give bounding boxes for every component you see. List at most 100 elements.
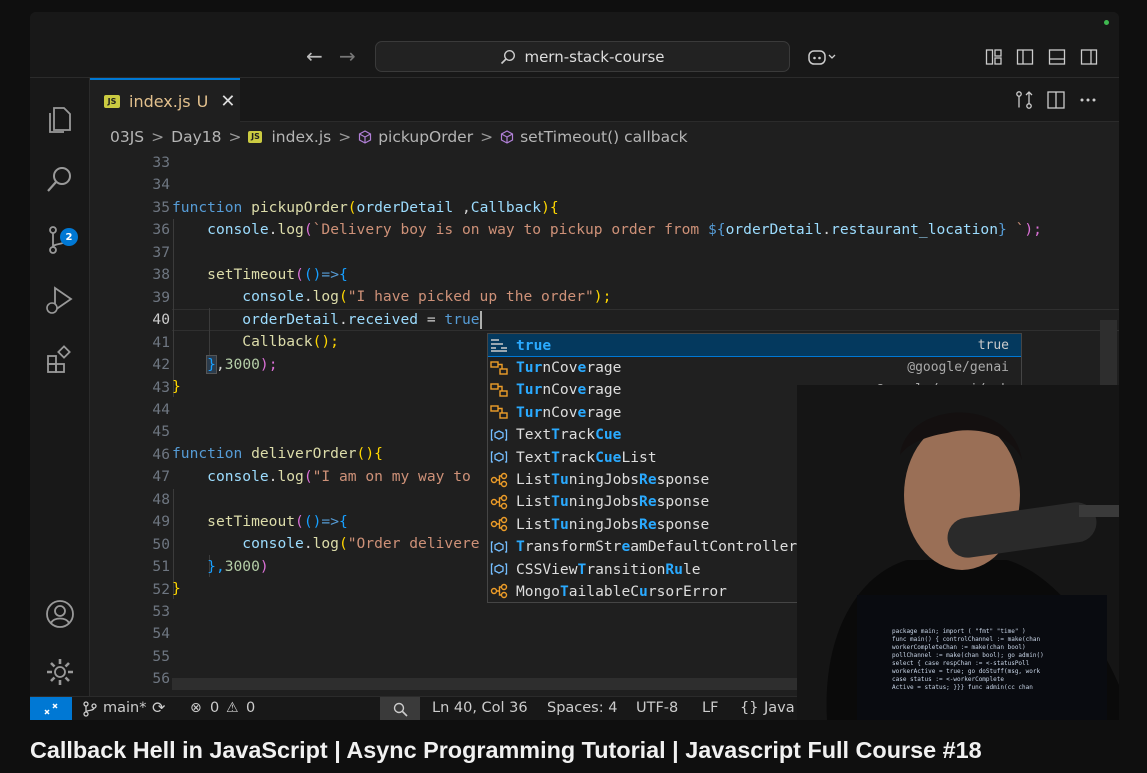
line-number: 47 xyxy=(152,468,170,486)
end-of-line[interactable]: LF xyxy=(702,700,718,716)
source-control-badge: 2 xyxy=(60,228,78,246)
search-icon xyxy=(501,49,516,64)
suggestion-label: TurnCoverage xyxy=(516,359,622,377)
accounts-icon[interactable] xyxy=(44,598,76,630)
back-arrow-icon[interactable]: ← xyxy=(306,46,323,66)
suggestion-label: MongoTailableCursorError xyxy=(516,582,727,600)
line-number: 36 xyxy=(152,221,170,239)
chevron-right-icon: > xyxy=(338,128,352,146)
remote-indicator[interactable] xyxy=(30,697,72,720)
line-number: 45 xyxy=(152,423,170,441)
suggestion-item[interactable]: true true xyxy=(488,334,1021,358)
line-number: 37 xyxy=(152,243,170,261)
breadcrumb-file[interactable]: index.js xyxy=(271,128,331,146)
suggestion-label: ListTuningJobsResponse xyxy=(516,471,710,489)
breadcrumb-symbol-callback[interactable]: setTimeout() callback xyxy=(520,128,688,146)
suggestion-label: ListTuningJobsResponse xyxy=(516,493,710,511)
code-line-49: setTimeout(()=>{ xyxy=(207,513,348,530)
code-line-39: console.log("I have picked up the order"… xyxy=(242,288,612,305)
git-branch[interactable]: main* xyxy=(103,700,146,716)
breadcrumb: 03JS > Day18 > JS index.js > pickupOrder… xyxy=(90,124,1119,150)
command-center-search[interactable]: mern-stack-course xyxy=(375,41,790,72)
zoom-button[interactable] xyxy=(380,697,420,720)
suggestion-detail: @google/genai xyxy=(907,360,1009,376)
horizontal-scrollbar[interactable] xyxy=(172,678,812,690)
code-line-46: function deliverOrder(){ xyxy=(172,445,383,462)
line-number: 41 xyxy=(152,333,170,351)
svg-text:select { case respChan := <-st: select { case respChan := <-statusPoll xyxy=(892,660,1030,667)
warning-icon: ⚠ xyxy=(226,700,239,716)
svg-text:workerActive = true; go doStuf: workerActive = true; go doStuff(msg, wor… xyxy=(892,668,1040,675)
line-number: 33 xyxy=(152,154,170,171)
line-number: 52 xyxy=(152,580,170,598)
method-cube-icon xyxy=(500,130,514,144)
code-line-43: } xyxy=(172,378,181,395)
error-count[interactable]: 0 xyxy=(210,700,219,716)
sync-icon[interactable]: ⟳ xyxy=(152,698,165,717)
activity-bar: 2 xyxy=(30,78,90,696)
method-cube-icon xyxy=(359,130,372,144)
presenter-video-image: package main; import ( "fmt" "time" ) fu… xyxy=(797,385,1119,720)
search-sidebar-icon[interactable] xyxy=(44,164,76,196)
interface-symbol-icon xyxy=(490,516,508,532)
title-bar: ← → mern-stack-course xyxy=(30,12,1119,78)
line-number: 56 xyxy=(152,670,170,688)
line-number: 53 xyxy=(152,603,170,620)
explorer-icon[interactable] xyxy=(44,104,76,136)
line-number: 54 xyxy=(152,625,170,643)
svg-text:case status := <-workerComplet: case status := <-workerComplete xyxy=(892,676,1004,683)
suggestion-detail: true xyxy=(977,337,1009,353)
more-actions-icon[interactable] xyxy=(1078,90,1098,110)
svg-text:Active = status; }}} func admi: Active = status; }}} func admin(cc chan xyxy=(892,684,1033,691)
settings-gear-icon[interactable] xyxy=(44,656,76,688)
language-mode[interactable]: Java xyxy=(764,700,795,716)
git-branch-icon xyxy=(83,701,97,717)
breadcrumb-folder-day18[interactable]: Day18 xyxy=(171,128,221,146)
svg-text:func main() { controlChannel :: func main() { controlChannel := make(cha… xyxy=(892,636,1040,643)
toggle-secondary-sidebar-icon[interactable] xyxy=(1080,48,1098,66)
encoding[interactable]: UTF-8 xyxy=(636,700,678,716)
suggestion-item[interactable]: TurnCoverage @google/genai xyxy=(488,356,1021,378)
code-line-51: },3000) xyxy=(207,558,269,575)
cursor-position[interactable]: Ln 40, Col 36 xyxy=(432,700,528,716)
class-symbol-icon xyxy=(490,404,508,420)
line-number: 34 xyxy=(152,176,170,194)
status-dot xyxy=(1104,20,1109,25)
customize-layout-icon[interactable] xyxy=(985,48,1003,66)
variable-symbol-icon xyxy=(490,449,508,465)
text-cursor xyxy=(479,311,482,329)
line-number: 51 xyxy=(152,558,170,576)
open-changes-icon[interactable] xyxy=(1014,90,1034,110)
split-editor-icon[interactable] xyxy=(1046,90,1066,110)
code-line-38: setTimeout(()=>{ xyxy=(207,266,348,283)
suggestion-label: TransformStreamDefaultController xyxy=(516,538,798,556)
class-symbol-icon xyxy=(490,382,508,398)
variable-symbol-icon xyxy=(490,427,508,443)
warning-count[interactable]: 0 xyxy=(246,700,255,716)
line-number: 38 xyxy=(152,266,170,284)
code-line-35: function pickupOrder(orderDetail ,Callba… xyxy=(172,199,559,216)
line-number: 48 xyxy=(152,490,170,508)
remote-icon xyxy=(44,703,58,715)
forward-arrow-icon[interactable]: → xyxy=(339,46,356,66)
extensions-icon[interactable] xyxy=(44,344,76,376)
code-line-41: Callback(); xyxy=(242,333,339,350)
tab-close-icon[interactable]: ✕ xyxy=(220,91,235,112)
tab-index-js[interactable]: JS index.js U ✕ xyxy=(90,78,240,122)
editor-tabs: JS index.js U ✕ xyxy=(90,78,1119,122)
run-debug-icon[interactable] xyxy=(44,284,76,316)
line-number: 39 xyxy=(152,288,170,306)
toggle-sidebar-icon[interactable] xyxy=(1016,48,1034,66)
interface-symbol-icon xyxy=(490,583,508,599)
breadcrumb-symbol-pickup[interactable]: pickupOrder xyxy=(378,128,473,146)
webcam-overlay: package main; import ( "fmt" "time" ) fu… xyxy=(797,385,1119,720)
breadcrumb-folder-03js[interactable]: 03JS xyxy=(110,128,144,146)
variable-symbol-icon xyxy=(490,561,508,577)
code-line-47: console.log("I am on my way to xyxy=(207,468,471,485)
copilot-icon[interactable] xyxy=(807,48,837,66)
indentation[interactable]: Spaces: 4 xyxy=(547,700,617,716)
code-line-50: console.log("Order delivere xyxy=(242,535,480,552)
code-line-52: } xyxy=(172,580,181,597)
toggle-panel-icon[interactable] xyxy=(1048,48,1066,66)
suggestion-label: TextTrackCueList xyxy=(516,448,657,466)
